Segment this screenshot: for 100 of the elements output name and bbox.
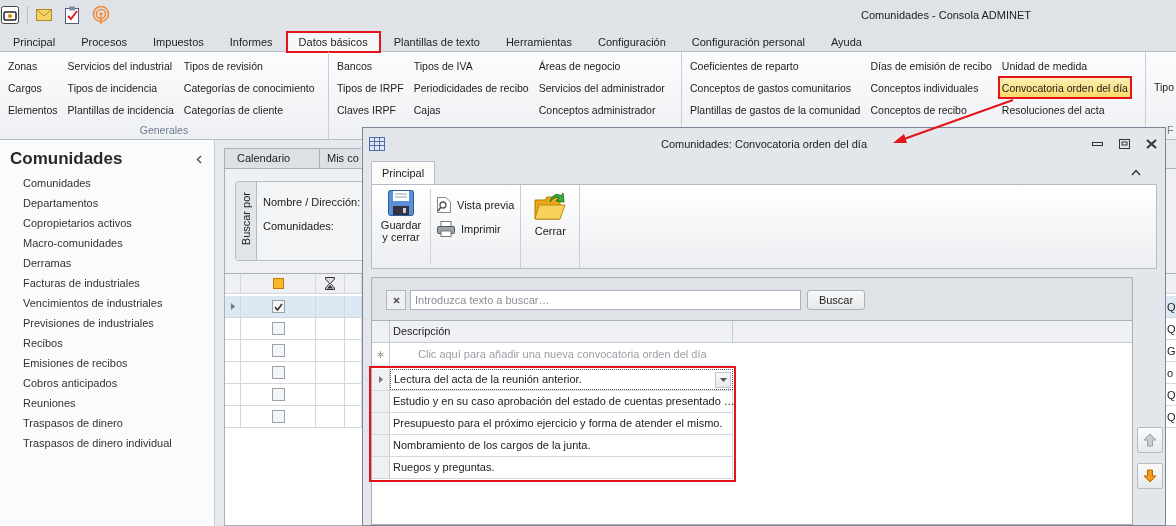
broadcast-icon[interactable] xyxy=(92,6,110,24)
ribbon-item[interactable]: Tipo xyxy=(1151,76,1176,97)
clear-button[interactable] xyxy=(386,290,406,310)
ribbon-tab[interactable]: Configuración xyxy=(584,31,679,51)
chevron-left-icon[interactable] xyxy=(196,154,202,164)
ribbon-item[interactable]: Días de emisión de recibo xyxy=(867,55,995,76)
ribbon-button[interactable]: Vista previa xyxy=(437,197,515,213)
move-down-button[interactable] xyxy=(1137,463,1163,489)
ribbon-item[interactable]: Tipos de incidencia xyxy=(64,77,177,98)
ribbon-item[interactable]: Plantillas de incidencia xyxy=(64,99,177,120)
sidebar-item[interactable]: Traspasos de dinero xyxy=(23,413,214,433)
ribbon-tab[interactable]: Principal xyxy=(0,31,69,51)
sidebar-item[interactable]: Reuniones xyxy=(23,393,214,413)
ribbon-item[interactable]: Conceptos individuales xyxy=(867,77,995,98)
cell-text: Ruegos y preguntas. xyxy=(393,460,495,475)
table-cell[interactable]: Lectura del acta de la reunión anterior. xyxy=(390,369,733,390)
sidebar-item[interactable]: Vencimientos de industriales xyxy=(23,293,214,313)
asterisk-icon xyxy=(377,350,384,358)
cell-text: Presupuesto para el próximo ejercicio y forma de atender el mismo. xyxy=(393,416,723,431)
ribbon-item[interactable]: Periodicidades de recibo xyxy=(410,77,532,98)
ribbon-item[interactable]: Servicios del administrador xyxy=(535,77,668,98)
sidebar-item[interactable]: Departamentos xyxy=(23,193,214,213)
ribbon-tab[interactable]: Impuestos xyxy=(140,31,217,51)
sidebar-item[interactable]: Cobros anticipados xyxy=(23,373,214,393)
maximize-icon[interactable] xyxy=(1119,139,1130,149)
sidebar-item[interactable]: Recibos xyxy=(23,333,214,353)
dropdown-button[interactable] xyxy=(715,371,731,388)
table-cell[interactable]: Ruegos y preguntas. xyxy=(390,457,733,478)
minimize-icon[interactable] xyxy=(1092,142,1103,146)
ribbon-item[interactable]: Conceptos administrador xyxy=(535,99,668,120)
ribbon-button[interactable]: Cerrar xyxy=(527,189,574,264)
ribbon-item[interactable]: Áreas de negocio xyxy=(535,55,668,76)
ribbon-button[interactable]: Guardar y cerrar xyxy=(378,189,424,264)
ribbon-tab[interactable]: Informes xyxy=(216,31,286,51)
search-field[interactable]: Introduzca texto a buscar… xyxy=(410,290,801,310)
sidebar-item[interactable]: Derramas xyxy=(23,253,214,273)
tab[interactable]: Mis co xyxy=(319,148,361,168)
ribbon-tab[interactable]: Plantillas de texto xyxy=(380,31,493,51)
sidebar-item[interactable]: Comunidades xyxy=(23,173,214,193)
ribbon-item[interactable]: Elementos xyxy=(5,99,61,120)
ribbon-item[interactable]: Tipos de revisión xyxy=(180,55,318,76)
ribbon-item[interactable]: Plantillas de gastos de la comunidad xyxy=(687,99,864,120)
search-button[interactable]: Buscar xyxy=(807,290,865,310)
camera-icon[interactable] xyxy=(1,6,19,24)
ribbon-item[interactable]: Categorías de cliente xyxy=(180,99,318,120)
square-icon xyxy=(272,278,284,289)
table-cell[interactable]: Nombramiento de los cargos de la junta. xyxy=(390,435,733,456)
chevron-up-icon[interactable] xyxy=(1131,168,1141,176)
ribbon-tab[interactable]: Configuración personal xyxy=(678,31,818,51)
checkbox[interactable] xyxy=(271,366,285,379)
sidebar-title: Comunidades xyxy=(10,149,123,169)
ribbon-item[interactable]: Bancos xyxy=(334,55,407,76)
sidebar-item[interactable]: Facturas de industriales xyxy=(23,273,214,293)
document-magnifier-icon xyxy=(437,197,451,213)
ribbon-item[interactable]: Zonas xyxy=(5,55,61,76)
checkbox[interactable] xyxy=(271,410,285,423)
row-header[interactable] xyxy=(372,369,390,390)
cell-text: Lectura del acta de la reunión anterior. xyxy=(394,372,582,387)
ribbon-item[interactable]: Unidad de medida xyxy=(998,55,1131,76)
checkbox[interactable] xyxy=(271,300,285,313)
table-cell[interactable]: Presupuesto para el próximo ejercicio y forma de atender el mismo. xyxy=(390,413,733,434)
check-icon xyxy=(273,302,283,311)
ribbon-item[interactable]: Resoluciones del acta xyxy=(998,99,1131,120)
envelope-icon[interactable] xyxy=(36,8,52,22)
ribbon-item[interactable]: Cargos xyxy=(5,77,61,98)
clipboard-check-icon[interactable] xyxy=(64,6,80,24)
ribbon-item[interactable]: Convocatoria orden del día xyxy=(998,77,1131,98)
sidebar-item[interactable]: Macro-comunidades xyxy=(23,233,214,253)
toolbar-separator xyxy=(27,6,28,24)
checkbox[interactable] xyxy=(271,344,285,357)
move-up-button[interactable] xyxy=(1137,427,1163,453)
row-header[interactable] xyxy=(225,296,241,318)
sidebar-item[interactable]: Emisiones de recibos xyxy=(23,353,214,373)
ribbon-button[interactable]: Imprimir xyxy=(437,221,515,237)
ribbon-item[interactable]: Tipos de IVA xyxy=(410,55,532,76)
ribbon-item[interactable]: Servicios del industrial xyxy=(64,55,177,76)
sidebar-item[interactable]: Copropietarios activos xyxy=(23,213,214,233)
ribbon-item[interactable]: Coeficientes de reparto xyxy=(687,55,864,76)
close-icon[interactable] xyxy=(1146,139,1157,149)
ribbon-item[interactable]: Tipos de IRPF xyxy=(334,77,407,98)
checkbox[interactable] xyxy=(271,322,285,335)
printer-icon xyxy=(437,221,455,237)
ribbon-tab[interactable]: Herramientas xyxy=(492,31,585,51)
checkbox[interactable] xyxy=(271,388,285,401)
ribbon-item[interactable]: Claves IRPF xyxy=(334,99,407,120)
tab[interactable]: Calendario xyxy=(224,148,320,168)
sidebar-item[interactable]: Previsiones de industriales xyxy=(23,313,214,333)
ribbon-tab[interactable]: Ayuda xyxy=(817,31,875,51)
ribbon-tab[interactable]: Principal xyxy=(371,161,436,184)
ribbon-item[interactable]: Conceptos de recibo xyxy=(867,99,995,120)
column-header[interactable] xyxy=(316,274,345,294)
field-label: Comunidades: xyxy=(263,220,335,232)
ribbon-tab[interactable]: Procesos xyxy=(68,31,141,51)
ribbon-tab[interactable]: Datos básicos xyxy=(285,31,381,53)
caret-icon xyxy=(719,377,727,382)
sidebar-item[interactable]: Traspasos de dinero individual xyxy=(23,433,214,453)
ribbon-item[interactable]: Categorías de conocimiento xyxy=(180,77,318,98)
ribbon-item[interactable]: Cajas xyxy=(410,99,532,120)
dialog-title: Comunidades: Convocatoria orden del día xyxy=(660,138,868,150)
ribbon-item[interactable]: Conceptos de gastos comunitarios xyxy=(687,77,864,98)
